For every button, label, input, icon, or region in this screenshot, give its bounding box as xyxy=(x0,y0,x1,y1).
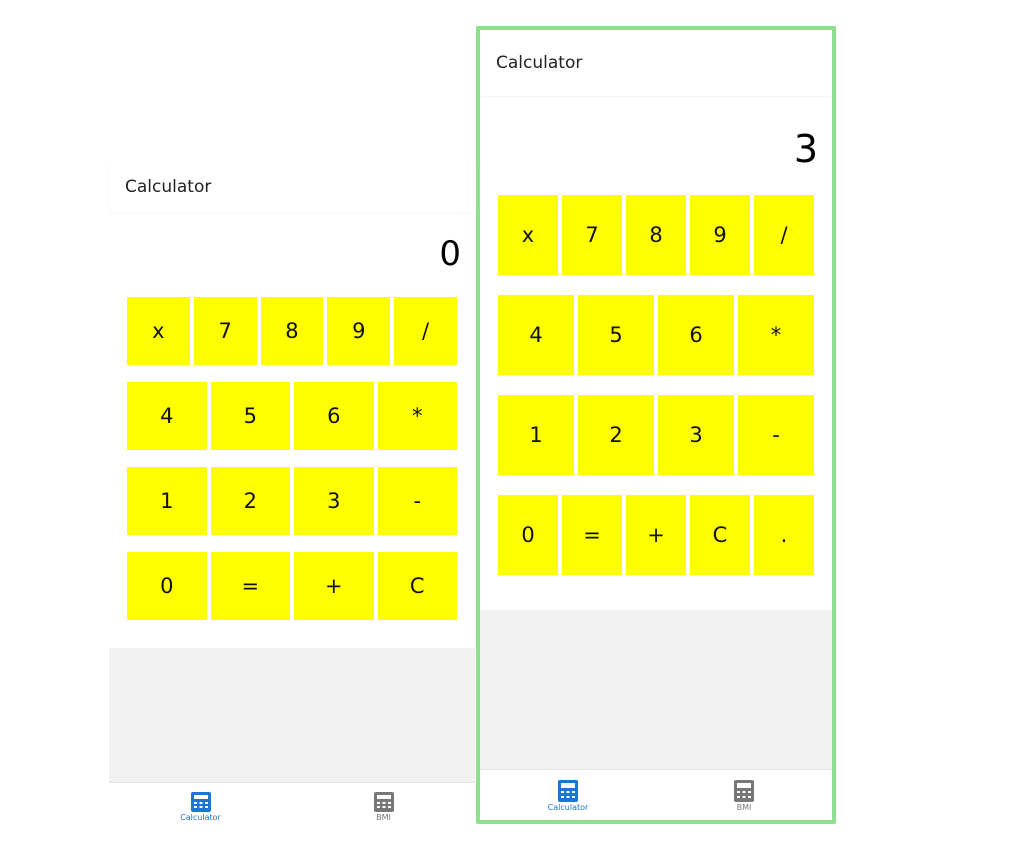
key-button[interactable]: 4 xyxy=(127,382,207,450)
nav-item-bmi[interactable]: BMI xyxy=(292,783,475,830)
nav-label-calculator: Calculator xyxy=(547,802,589,812)
bottom-navigation: Calculator BMI xyxy=(109,782,475,830)
key-button[interactable]: 8 xyxy=(260,297,324,365)
key-button[interactable]: - xyxy=(738,395,814,475)
key-button[interactable]: 6 xyxy=(294,382,374,450)
keypad-row: 4 5 6 * xyxy=(127,382,457,450)
calculator-icon xyxy=(373,791,395,813)
app-title: Calculator xyxy=(125,177,212,197)
key-button[interactable]: 7 xyxy=(193,297,257,365)
key-button[interactable]: 1 xyxy=(498,395,574,475)
nav-label-bmi: BMI xyxy=(376,813,391,822)
key-button[interactable]: x xyxy=(498,195,558,275)
key-button[interactable]: 4 xyxy=(498,295,574,375)
key-button[interactable]: * xyxy=(377,382,457,450)
key-button[interactable]: / xyxy=(754,195,814,275)
key-button[interactable]: x xyxy=(127,297,190,365)
app-bar: Calculator xyxy=(480,30,832,96)
key-button[interactable]: 7 xyxy=(562,195,622,275)
key-button[interactable]: 5 xyxy=(578,295,654,375)
empty-content-area xyxy=(480,610,832,770)
key-button[interactable]: 6 xyxy=(658,295,734,375)
key-button[interactable]: = xyxy=(562,495,622,575)
keypad-row: 4 5 6 * xyxy=(498,295,814,375)
calculator-screen-left: Calculator 0 x 7 8 9/4 5 6 * 1 2 3-0 = + C Calculato… xyxy=(109,162,475,830)
key-button[interactable]: + xyxy=(626,495,686,575)
key-button[interactable]: C xyxy=(377,552,457,620)
key-button[interactable]: 9 xyxy=(327,297,391,365)
key-button[interactable]: 3 xyxy=(294,467,374,535)
calculator-icon xyxy=(733,779,755,803)
key-button[interactable]: = xyxy=(210,552,290,620)
key-button[interactable]: 5 xyxy=(210,382,290,450)
calculator-screen-right: Calculator 3 x 7 8 9/4 5 6 * 1 2 3-0 = + C. Calculat… xyxy=(476,26,836,824)
key-button[interactable]: . xyxy=(754,495,814,575)
key-button[interactable]: 0 xyxy=(498,495,558,575)
key-button[interactable]: C xyxy=(690,495,750,575)
keypad-row: x 7 8 9/ xyxy=(498,195,814,275)
keypad-row: x 7 8 9/ xyxy=(127,297,457,365)
key-button[interactable]: 9 xyxy=(690,195,750,275)
calculator-icon xyxy=(557,779,579,803)
calculator-display: 3 xyxy=(793,127,818,171)
nav-item-calculator[interactable]: Calculator xyxy=(480,770,656,820)
keypad-row: 0 = + C. xyxy=(498,495,814,575)
key-button[interactable]: 1 xyxy=(127,467,207,535)
keypad-row: 123- xyxy=(127,467,457,535)
key-button[interactable]: * xyxy=(738,295,814,375)
key-button[interactable]: 8 xyxy=(626,195,686,275)
nav-item-bmi[interactable]: BMI xyxy=(656,770,832,820)
key-button[interactable]: 0 xyxy=(127,552,207,620)
nav-item-calculator[interactable]: Calculator xyxy=(109,783,292,830)
key-button[interactable]: 2 xyxy=(210,467,290,535)
nav-label-calculator: Calculator xyxy=(180,813,221,822)
empty-content-area xyxy=(109,648,475,783)
app-bar: Calculator xyxy=(109,162,475,212)
key-button[interactable]: - xyxy=(377,467,457,535)
calculator-display: 0 xyxy=(439,234,461,274)
key-button[interactable]: + xyxy=(294,552,374,620)
bottom-navigation: Calculator BMI xyxy=(480,769,832,820)
key-button[interactable]: / xyxy=(394,297,457,365)
nav-label-bmi: BMI xyxy=(736,802,752,812)
key-button[interactable]: 3 xyxy=(658,395,734,475)
keypad-row: 0 = + C xyxy=(127,552,457,620)
calculator-icon xyxy=(190,791,212,813)
keypad-row: 123- xyxy=(498,395,814,475)
key-button[interactable]: 2 xyxy=(578,395,654,475)
app-title: Calculator xyxy=(496,53,583,73)
